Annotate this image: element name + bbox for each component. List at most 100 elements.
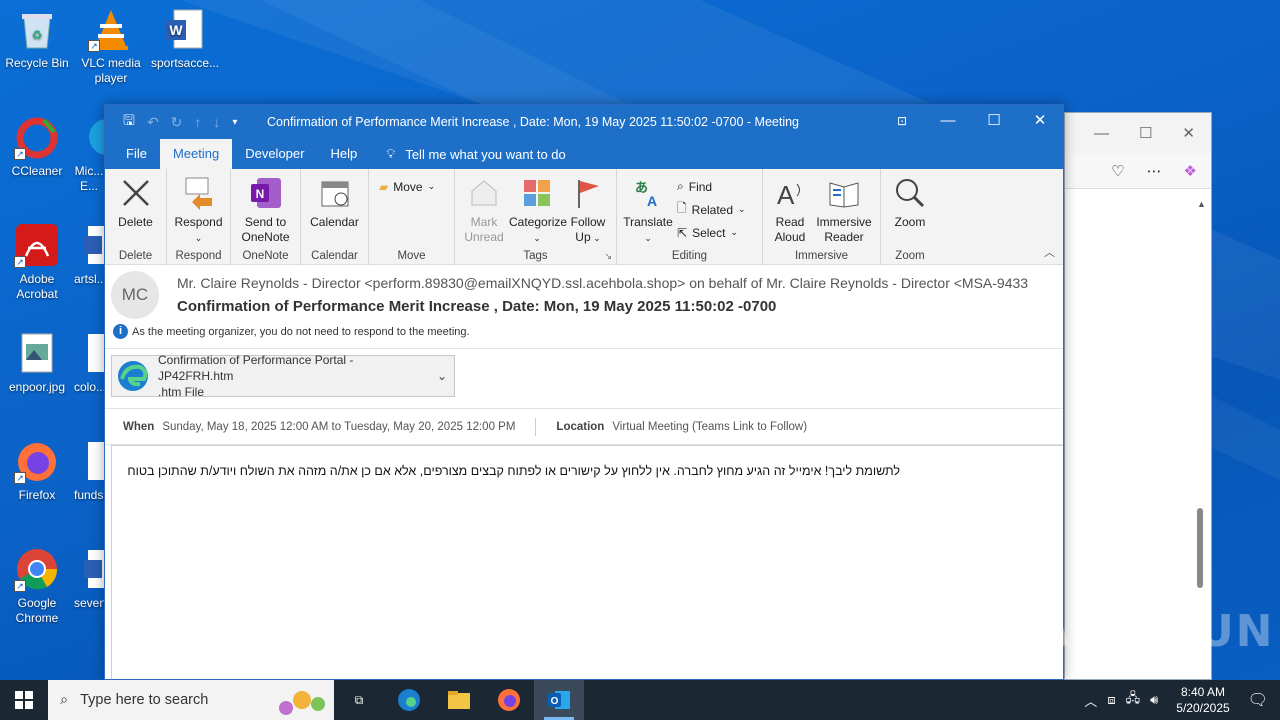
word-doc-icon — [82, 546, 104, 592]
acrobat-icon: ↗ — [14, 222, 60, 268]
redo-icon[interactable]: ↻ — [171, 114, 183, 131]
scroll-up-icon[interactable]: ▲ — [1197, 199, 1206, 209]
desktop-icon-sportsacce[interactable]: W sportsacce... — [148, 6, 222, 71]
word-doc-icon — [82, 222, 104, 268]
folder-icon: ▰ — [379, 179, 389, 194]
translate-icon: あA — [630, 175, 666, 211]
word-doc-icon: W — [162, 6, 208, 52]
task-view-button[interactable]: ⧉ — [334, 680, 384, 720]
anyrun-watermark: ANY RUN — [1036, 606, 1275, 657]
desktop-icon-colo[interactable]: colo... — [74, 330, 104, 395]
health-icon[interactable]: ♡ — [1111, 162, 1124, 180]
desktop-icon-google-chrome[interactable]: ↗ Google Chrome — [0, 546, 74, 626]
maximize-icon[interactable]: ☐ — [1139, 124, 1152, 142]
next-item-icon[interactable]: ↓ — [213, 114, 220, 130]
desktop-icon-firefox[interactable]: ↗ Firefox — [0, 438, 74, 503]
notifications-icon[interactable]: 🗨︎ — [1248, 690, 1268, 710]
network-icon[interactable]: 🖧︎ — [1126, 689, 1141, 711]
file-icon — [82, 438, 104, 484]
mark-unread-icon — [466, 175, 502, 211]
more-options-icon[interactable]: ⋯ — [1147, 162, 1162, 180]
message-body[interactable]: לתשומת ליבך! אימייל זה הגיע מחוץ לחברה. … — [111, 445, 1063, 679]
when-label: When — [123, 420, 155, 433]
zoom-icon — [892, 175, 928, 211]
delete-x-icon — [118, 175, 154, 211]
attachment-item[interactable]: Confirmation of Performance Portal - JP4… — [111, 353, 455, 399]
customize-qat-icon[interactable]: ▾ — [232, 117, 237, 128]
taskbar-search[interactable]: ⌕ Type here to search — [48, 680, 334, 720]
collapse-ribbon-icon[interactable]: ︿ — [1044, 244, 1055, 260]
attachment-row: Confirmation of Performance Portal - JP4… — [105, 349, 1063, 409]
desktop-icon-edge[interactable]: Mic... E... — [74, 114, 104, 194]
select-button[interactable]: ⇱ Select ⌄ — [677, 223, 746, 242]
system-tray: ︿ ⧈ 🖧︎ 🔊︎ 8:40 AM 5/20/2025 🗨︎ — [1084, 680, 1280, 720]
tab-meeting[interactable]: Meeting — [159, 139, 233, 169]
copilot-icon[interactable]: ❖ — [1184, 162, 1197, 180]
desktop-icon-enpoor[interactable]: enpoor.jpg — [0, 330, 74, 395]
desktop-icon-ccleaner[interactable]: ↗ CCleaner — [0, 114, 74, 179]
when-value: Sunday, May 18, 2025 12:00 AM to Tuesday… — [162, 420, 516, 433]
browser-window-background: — ☐ ✕ ♡ ⋯ ❖ ▲ — [1064, 112, 1212, 680]
group-zoom: Zoom Zoom — [881, 169, 939, 265]
taskbar: ⌕ Type here to search ⧉ O ︿ ⧈ 🖧︎ 🔊︎ 8:40… — [0, 680, 1280, 720]
volume-icon[interactable]: 🔊︎ — [1150, 692, 1158, 708]
cursor-icon: ⇱ — [677, 225, 688, 240]
move-button[interactable]: ▰ Move ⌄ — [379, 177, 435, 196]
firefox-icon — [498, 689, 520, 711]
related-button[interactable]: 🗋︎ Related ⌄ — [677, 200, 746, 219]
avatar[interactable]: MC — [111, 271, 159, 319]
taskbar-edge[interactable] — [384, 680, 434, 720]
tab-help[interactable]: Help — [317, 139, 370, 169]
desktop-icon-seven[interactable]: seven... — [74, 546, 104, 611]
search-icon: ⌕ — [60, 692, 69, 708]
tell-me-box[interactable]: 💡︎ Tell me what you want to do — [370, 139, 566, 169]
taskbar-outlook[interactable]: O — [534, 680, 584, 720]
categorize-icon — [519, 175, 555, 211]
desktop-icon-artsl[interactable]: artsl... — [74, 222, 104, 287]
scrollbar[interactable]: ▲ — [1197, 199, 1206, 673]
windows-logo-icon — [15, 691, 33, 709]
svg-text:A: A — [777, 180, 795, 208]
svg-text:N: N — [255, 187, 264, 201]
search-highlight-icon — [279, 691, 325, 715]
close-icon[interactable]: ✕ — [1017, 105, 1063, 139]
maximize-icon[interactable]: ☐ — [971, 105, 1017, 139]
sender-line[interactable]: Mr. Claire Reynolds - Director <perform.… — [177, 275, 1062, 291]
message-subject: Confirmation of Performance Merit Increa… — [177, 298, 777, 315]
start-button[interactable] — [0, 680, 48, 720]
ribbon-display-options-icon[interactable]: ⊡ — [879, 105, 925, 139]
svg-text:♻: ♻ — [32, 28, 43, 42]
group-respond: Respond ⌄ Respond — [167, 169, 231, 265]
scrollbar-thumb[interactable] — [1197, 508, 1203, 588]
edge-icon — [84, 114, 104, 160]
flag-icon — [570, 175, 606, 211]
image-file-icon — [14, 330, 60, 376]
close-icon[interactable]: ✕ — [1182, 124, 1195, 142]
previous-item-icon[interactable]: ↑ — [194, 114, 201, 130]
undo-icon[interactable]: ↶ — [147, 114, 159, 131]
desktop-icon-recycle-bin[interactable]: ♻ Recycle Bin — [0, 6, 74, 71]
minimize-icon[interactable]: — — [1094, 125, 1109, 142]
network-devices-icon[interactable]: ⧈ — [1107, 692, 1115, 708]
title-bar: 🖫 ↶ ↻ ↑ ↓ ▾ Confirmation of Performance … — [105, 105, 1063, 139]
desktop-icon-adobe-acrobat[interactable]: ↗ Adobe Acrobat — [0, 222, 74, 302]
minimize-icon[interactable]: — — [925, 105, 971, 139]
dialog-launcher-icon[interactable]: ↘ — [604, 251, 612, 262]
chevron-up-icon[interactable]: ︿ — [1084, 691, 1097, 710]
tab-developer[interactable]: Developer — [232, 139, 317, 169]
tab-file[interactable]: File — [113, 139, 160, 169]
clock[interactable]: 8:40 AM 5/20/2025 — [1168, 684, 1237, 716]
attachment-name: Confirmation of Performance Portal - JP4… — [158, 353, 354, 383]
respond-icon — [181, 175, 217, 211]
firefox-icon: ↗ — [14, 438, 60, 484]
desktop-icon-funds[interactable]: funds... — [74, 438, 104, 503]
save-icon[interactable]: 🖫 — [123, 110, 135, 134]
desktop-icon-vlc[interactable]: ↗ VLC media player — [74, 6, 148, 86]
immersive-reader-icon — [826, 175, 862, 211]
chevron-down-icon[interactable]: ⌄ — [430, 369, 454, 383]
taskbar-file-explorer[interactable] — [434, 680, 484, 720]
group-calendar: Calendar Calendar — [301, 169, 369, 265]
find-button[interactable]: ⌕ Find — [677, 177, 746, 196]
taskbar-firefox[interactable] — [484, 680, 534, 720]
group-tags: Mark Unread Categorize ⌄ Follow Up ⌄ Tags ↘ — [455, 169, 617, 265]
